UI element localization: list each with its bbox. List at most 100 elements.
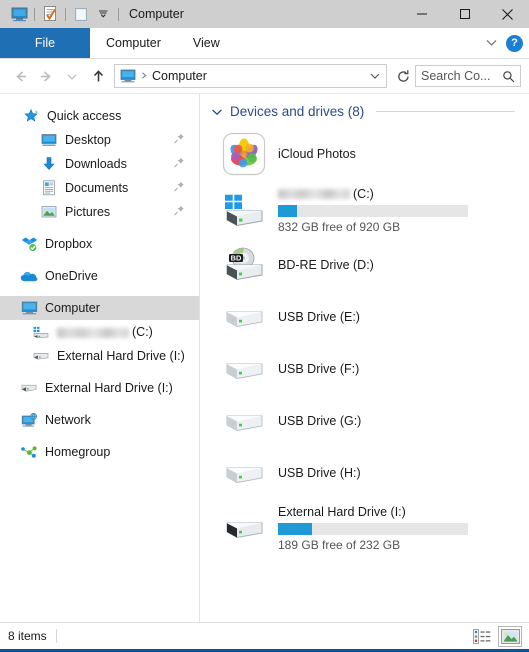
svg-text:BD: BD <box>231 254 242 263</box>
list-item[interactable]: BD BD-RE Drive (D:) <box>210 239 529 291</box>
address-input[interactable]: Computer <box>114 64 387 88</box>
search-icon[interactable] <box>502 70 515 83</box>
window-controls <box>400 0 529 28</box>
item-name: USB Drive (H:) <box>278 465 361 480</box>
documents-icon <box>40 179 58 197</box>
details-view-button[interactable] <box>471 627 493 646</box>
chevron-down-icon[interactable] <box>485 36 498 50</box>
pin-icon[interactable] <box>173 157 185 172</box>
onedrive-icon <box>20 267 38 285</box>
sidebar-item-quick-access[interactable]: Quick access <box>0 104 199 128</box>
star-icon <box>22 107 40 125</box>
toolbar-separator <box>118 7 119 21</box>
ribbon-tab-bar: File Computer View ? <box>0 28 529 59</box>
new-folder-icon[interactable] <box>70 3 92 25</box>
sidebar-item-network[interactable]: Network <box>0 408 199 432</box>
item-name: BD-RE Drive (D:) <box>278 257 374 272</box>
help-button[interactable]: ? <box>506 34 523 52</box>
navigation-pane[interactable]: Quick access Desktop Downloads Documents… <box>0 94 200 622</box>
item-name: iCloud Photos <box>278 146 356 161</box>
title-bar: Computer <box>0 0 529 28</box>
dropbox-icon <box>20 235 38 253</box>
sidebar-item-label: OneDrive <box>45 269 98 283</box>
search-input[interactable]: Search Co... <box>415 65 521 87</box>
computer-icon <box>20 299 38 317</box>
group-header-label: Devices and drives (8) <box>230 104 365 119</box>
network-icon <box>20 411 38 429</box>
usb-drive-icon <box>220 345 268 393</box>
minimize-button[interactable] <box>400 0 443 28</box>
item-labels: USB Drive (G:) <box>278 414 361 429</box>
breadcrumb[interactable]: Computer <box>120 69 366 83</box>
sidebar-item-c-drive[interactable]: (C:) <box>0 320 199 344</box>
status-bar: 8 items <box>0 622 529 649</box>
sidebar-item-onedrive[interactable]: OneDrive <box>0 264 199 288</box>
sidebar-item-external-hard-drive[interactable]: External Hard Drive (I:) <box>0 376 199 400</box>
sidebar-item-label: Homegroup <box>45 445 111 459</box>
pin-icon[interactable] <box>173 205 185 220</box>
quick-access-toolbar <box>0 3 123 25</box>
redacted-drive-name <box>278 189 350 200</box>
up-button[interactable] <box>86 64 110 88</box>
window-title: Computer <box>129 7 184 21</box>
group-header-devices-and-drives[interactable]: Devices and drives (8) <box>210 104 529 119</box>
bd-drive-icon: BD <box>220 241 268 289</box>
sidebar-item-computer[interactable]: Computer <box>0 296 199 320</box>
tab-view[interactable]: View <box>177 28 236 58</box>
tab-file[interactable]: File <box>0 28 90 58</box>
search-placeholder: Search Co... <box>421 69 491 83</box>
list-item[interactable]: External Hard Drive (I:) 189 GB free of … <box>210 499 529 557</box>
breadcrumb-item-computer[interactable]: Computer <box>152 69 207 83</box>
sidebar-item-desktop[interactable]: Desktop <box>0 128 199 152</box>
sidebar-item-label: (C:) <box>57 325 153 339</box>
close-button[interactable] <box>486 0 529 28</box>
capacity-bar-fill <box>278 522 313 535</box>
chevron-down-icon[interactable] <box>210 105 224 119</box>
sidebar-item-label: Computer <box>45 301 100 315</box>
sidebar-item-external-hard-drive-nested[interactable]: External Hard Drive (I:) <box>0 344 199 368</box>
drive-list: iCloud Photos (C:) 832 GB free of 920 GB… <box>210 127 529 557</box>
sidebar-item-dropbox[interactable]: Dropbox <box>0 232 199 256</box>
large-icons-view-button[interactable] <box>498 625 522 647</box>
sidebar-item-downloads[interactable]: Downloads <box>0 152 199 176</box>
sidebar-item-pictures[interactable]: Pictures <box>0 200 199 224</box>
item-labels: USB Drive (E:) <box>278 310 360 325</box>
downloads-icon <box>40 155 58 173</box>
usb-drive-icon <box>220 397 268 445</box>
sidebar-item-label: External Hard Drive (I:) <box>45 381 173 395</box>
item-labels: External Hard Drive (I:) 189 GB free of … <box>278 505 468 552</box>
item-name: (C:) <box>278 187 468 202</box>
sidebar-item-label: Pictures <box>65 205 111 219</box>
sidebar-item-homegroup[interactable]: Homegroup <box>0 440 199 464</box>
sidebar-item-documents[interactable]: Documents <box>0 176 199 200</box>
list-item[interactable]: USB Drive (H:) <box>210 447 529 499</box>
customize-qat-icon[interactable] <box>92 3 114 25</box>
item-labels: USB Drive (H:) <box>278 466 361 481</box>
list-item[interactable]: USB Drive (F:) <box>210 343 529 395</box>
pictures-icon <box>40 203 58 221</box>
list-item[interactable]: USB Drive (G:) <box>210 395 529 447</box>
refresh-button[interactable] <box>393 65 413 87</box>
address-dropdown-icon[interactable] <box>366 66 384 86</box>
sidebar-item-label: Downloads <box>65 157 127 171</box>
recent-locations-button[interactable] <box>60 64 84 88</box>
tab-computer[interactable]: Computer <box>90 28 177 58</box>
file-list-pane[interactable]: Devices and drives (8) iCloud Photos (C:… <box>200 94 529 622</box>
maximize-button[interactable] <box>443 0 486 28</box>
pin-icon[interactable] <box>173 133 185 148</box>
homegroup-icon <box>20 443 38 461</box>
properties-computer-icon[interactable] <box>8 3 30 25</box>
view-mode-buttons <box>471 625 522 647</box>
item-name: USB Drive (E:) <box>278 309 360 324</box>
forward-button[interactable] <box>34 64 58 88</box>
sidebar-item-label: External Hard Drive (I:) <box>57 349 185 363</box>
back-button[interactable] <box>8 64 32 88</box>
list-item[interactable]: USB Drive (E:) <box>210 291 529 343</box>
list-item[interactable]: (C:) 832 GB free of 920 GB <box>210 181 529 239</box>
list-item[interactable]: iCloud Photos <box>210 127 529 181</box>
properties-icon[interactable] <box>39 3 61 25</box>
pin-icon[interactable] <box>173 181 185 196</box>
